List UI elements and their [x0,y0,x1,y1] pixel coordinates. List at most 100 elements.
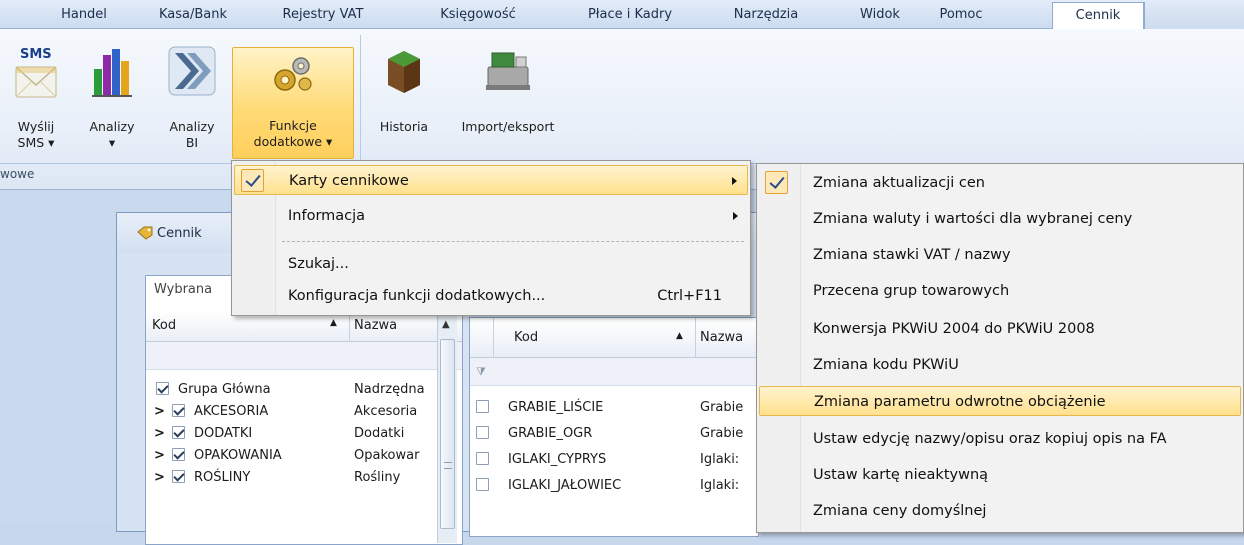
table-row[interactable]: > AKCESORIA Akcesoria [146,404,446,426]
ribbon-tab-bar: Handel Kasa/Bank Rejestry VAT Księgowość… [0,0,1244,30]
svg-text:SMS: SMS [20,47,52,62]
col-nazwa-header[interactable]: Nazwa [354,318,397,333]
expand-chevron-icon[interactable]: > [154,470,165,485]
menu-item-label: Zmiana kodu PKWiU [813,357,959,373]
expand-chevron-icon[interactable]: > [154,404,165,419]
tab-widok[interactable]: Widok [850,0,910,29]
scroll-up-arrow-icon[interactable]: ▲ [442,319,450,330]
checkmark-icon [765,171,788,194]
tab-place-i-kadry[interactable]: Płace i Kadry [575,0,685,29]
analizy-button[interactable]: Analizy ▾ [72,31,152,163]
menu-item-informacja[interactable]: Informacja [234,201,748,231]
tab-cennik[interactable]: Cennik [1052,2,1144,30]
send-sms-dropdown-label: SMS ▾ [17,135,55,150]
product-name: Iglaki: [700,452,740,467]
menu-item-label: Konfiguracja funkcji dodatkowych... [288,288,546,304]
checkbox[interactable] [172,404,185,417]
products-filter-row[interactable]: ⧩ [470,358,758,386]
tab-strip-filler [1144,2,1244,29]
submenu-arrow-icon [732,177,737,185]
group-name: Nadrzędna [354,382,425,397]
menu-item-label: Zmiana waluty i wartości dla wybranej ce… [813,211,1133,227]
checkbox[interactable] [476,400,489,413]
table-row[interactable]: Grupa Główna Nadrzędna [146,382,446,404]
group-code: AKCESORIA [194,404,269,419]
products-grid-panel: Kod ▲ Nazwa ⧩ GRABIE_LIŚCIE Grabie GRABI… [469,317,759,537]
ribbon-group-separator [360,35,361,161]
menu-item-label: Informacja [288,208,366,224]
submenu-item-przecena-grup[interactable]: Przecena grup towarowych [759,276,1239,306]
submenu-item-zmiana-waluty[interactable]: Zmiana waluty i wartości dla wybranej ce… [759,204,1239,234]
tab-rejestry-vat[interactable]: Rejestry VAT [275,0,371,29]
table-row[interactable]: GRABIE_LIŚCIE Grabie [470,398,758,424]
historia-button[interactable]: Historia [364,31,444,163]
send-sms-button[interactable]: SMS Wyślij SMS ▾ [0,31,72,163]
submenu-item-odwrotne-obciazenie[interactable]: Zmiana parametru odwrotne obciążenie [759,386,1241,416]
table-row[interactable]: > OPAKOWANIA Opakowar [146,448,446,470]
product-code: IGLAKI_JAŁOWIEC [508,478,622,493]
submenu-item-ustaw-karte-nieaktywna[interactable]: Ustaw kartę nieaktywną [759,460,1239,490]
submenu-item-zmiana-ceny-domyslnej[interactable]: Zmiana ceny domyślnej [759,496,1239,526]
product-name: Grabie [700,400,744,415]
table-row[interactable]: > ROŚLINY Rośliny [146,470,446,492]
analizy-bi-label: Analizy [169,119,215,134]
tab-pomoc[interactable]: Pomoc [926,0,996,29]
checkbox[interactable] [156,382,169,395]
menu-item-label: Zmiana parametru odwrotne obciążenie [814,394,1106,410]
submenu-item-zmiana-stawki-vat[interactable]: Zmiana stawki VAT / nazwy [759,240,1239,270]
expand-chevron-icon[interactable]: > [154,448,165,463]
products-grid-header: Kod ▲ Nazwa [470,318,758,358]
funkcje-dodatkowe-button[interactable]: Funkcje dodatkowe ▾ [232,47,354,159]
group-grid-header: Kod ▲ Nazwa [146,312,462,342]
group-scrollbar[interactable]: ▲ [437,313,457,543]
sort-ascending-icon: ▲ [330,318,337,328]
tab-kasa-bank[interactable]: Kasa/Bank [150,0,236,29]
filter-funnel-icon[interactable]: ⧩ [476,365,486,379]
funkcje-dodatkowe-menu: Karty cennikowe Informacja Szukaj... Kon… [231,160,751,316]
group-code: DODATKI [194,426,253,441]
tab-narzedzia[interactable]: Narzędzia [718,0,814,29]
product-name: Grabie [700,426,744,441]
group-code: Grupa Główna [178,382,271,397]
checkbox[interactable] [476,478,489,491]
analizy-bi-label-2: BI [185,135,199,150]
checkbox[interactable] [476,426,489,439]
submenu-item-ustaw-edycje-nazwy[interactable]: Ustaw edycję nazwy/opisu oraz kopiuj opi… [759,424,1239,454]
menu-item-label: Konwersja PKWiU 2004 do PKWiU 2008 [813,321,1095,337]
import-eksport-button[interactable]: Import/eksport [448,31,568,163]
tab-handel[interactable]: Handel [42,0,126,29]
group-name: Akcesoria [354,404,418,419]
group-filter-row[interactable] [146,342,462,370]
checkbox[interactable] [172,470,185,483]
cash-register-icon [486,52,530,90]
scrollbar-thumb[interactable] [440,339,455,529]
cennik-window-title: Cennik [157,226,202,241]
table-row[interactable]: > DODATKI Dodatki [146,426,446,448]
table-row[interactable]: GRABIE_OGR Grabie [470,424,758,450]
sms-envelope-icon: SMS [15,47,57,98]
col-kod-header[interactable]: Kod [152,318,176,333]
bar-chart-icon [92,49,132,97]
col-nazwa-header[interactable]: Nazwa [700,330,743,345]
checkbox[interactable] [476,452,489,465]
submenu-item-zmiana-aktualizacji-cen[interactable]: Zmiana aktualizacji cen [759,168,1239,198]
menu-item-szukaj[interactable]: Szukaj... [234,249,748,279]
col-kod-header[interactable]: Kod [514,330,538,345]
checkmark-icon [241,169,264,192]
table-row[interactable]: IGLAKI_CYPRYS Iglaki: [470,450,758,476]
table-row[interactable]: IGLAKI_JAŁOWIEC Iglaki: [470,476,758,502]
expand-chevron-icon[interactable]: > [154,426,165,441]
menu-item-konfiguracja[interactable]: Konfiguracja funkcji dodatkowych... Ctrl… [234,281,748,311]
tab-ksiegowosc[interactable]: Księgowość [430,0,526,29]
menu-item-label: Zmiana stawki VAT / nazwy [813,247,1011,263]
menu-item-karty-cennikowe[interactable]: Karty cennikowe [234,165,748,195]
submenu-item-konwersja-pkwiu[interactable]: Konwersja PKWiU 2004 do PKWiU 2008 [759,314,1239,344]
checkbox[interactable] [172,448,185,461]
send-sms-label: Wyślij [17,119,55,134]
menu-item-label: Szukaj... [288,256,349,272]
submenu-item-zmiana-kodu-pkwiu[interactable]: Zmiana kodu PKWiU [759,350,1239,380]
analizy-dropdown-label: ▾ [108,135,116,150]
checkbox[interactable] [172,426,185,439]
group-name: Opakowar [354,448,420,463]
analizy-bi-button[interactable]: Analizy BI [152,31,232,163]
